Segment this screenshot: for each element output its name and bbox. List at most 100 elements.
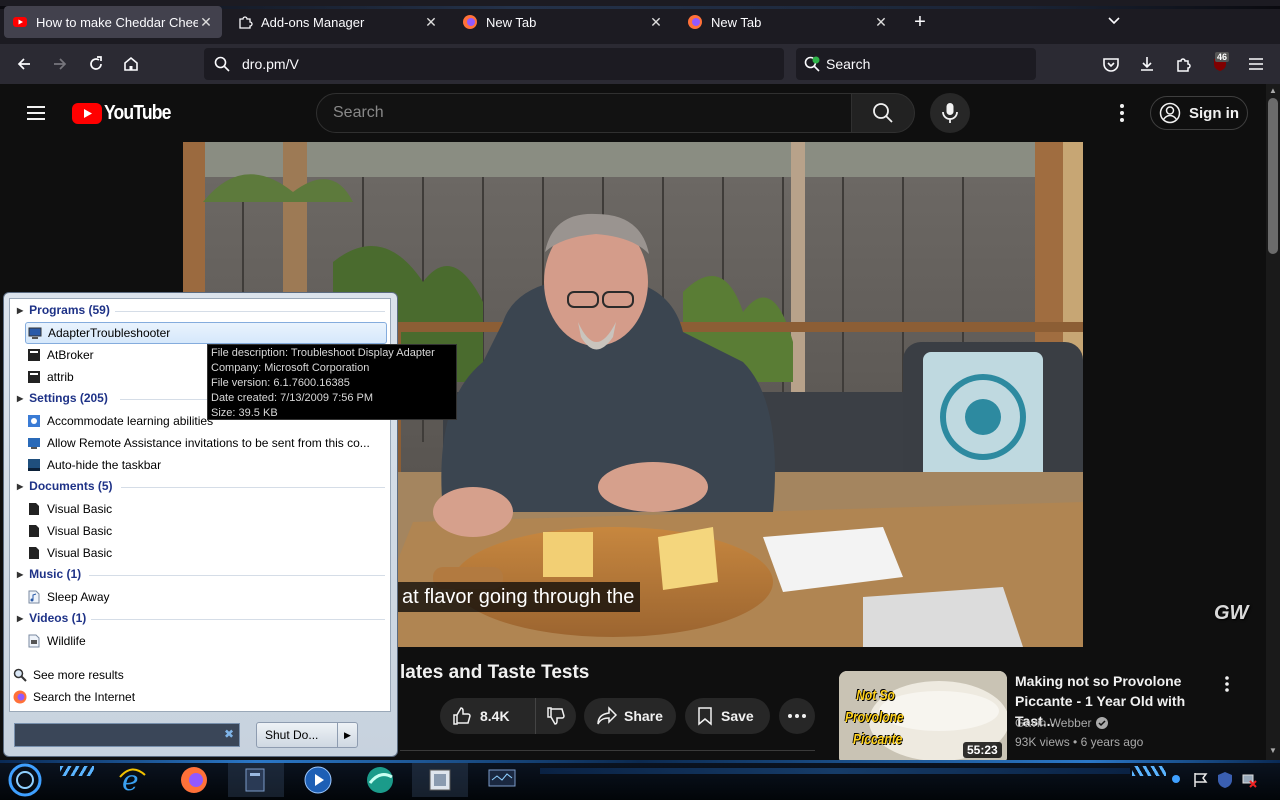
- menu-button[interactable]: [1242, 50, 1270, 78]
- tray-action-center-button[interactable]: [1192, 771, 1210, 789]
- puzzle-icon: [1177, 58, 1191, 72]
- close-tab-icon[interactable]: ✕: [423, 14, 439, 31]
- tab-title: New Tab: [711, 14, 762, 30]
- like-dislike-group: 8.4K: [440, 698, 576, 734]
- taskbar-window-button[interactable]: [412, 763, 468, 797]
- save-label: Save: [721, 708, 754, 724]
- result-item[interactable]: Accommodate learning abilities: [27, 410, 213, 432]
- expand-triangle-icon: ▶: [17, 481, 24, 491]
- new-tab-button[interactable]: +: [908, 10, 932, 34]
- save-button[interactable]: Save: [685, 698, 770, 734]
- start-search-input[interactable]: [14, 723, 240, 747]
- arrow-left-icon: [17, 58, 30, 70]
- tray-network-button[interactable]: [1240, 771, 1258, 789]
- thumb-text-line: Piccante: [853, 731, 903, 748]
- thumb-text-line: Not So: [856, 687, 895, 704]
- taskbar-ie-button[interactable]: e: [104, 763, 160, 797]
- taskbar-browser-button[interactable]: [352, 763, 408, 797]
- reload-icon: [90, 56, 102, 70]
- tab-cheddar[interactable]: How to make Cheddar Cheese ✕: [4, 6, 222, 38]
- result-item[interactable]: Visual Basic: [27, 498, 112, 520]
- scroll-up-icon[interactable]: ▲: [1266, 86, 1280, 96]
- youtube-search-input[interactable]: Search: [316, 93, 852, 133]
- document-icon: [29, 503, 39, 515]
- taskbar-app-button[interactable]: [228, 763, 284, 797]
- share-button[interactable]: Share: [584, 698, 676, 734]
- result-label: AdapterTroubleshooter: [48, 326, 171, 340]
- more-actions-button[interactable]: [779, 698, 815, 734]
- settings-more-button[interactable]: [1112, 101, 1132, 125]
- firefox-icon: [13, 690, 27, 704]
- result-label: AtBroker: [47, 348, 94, 362]
- tab-title: How to make Cheddar Cheese: [36, 14, 198, 30]
- result-label: Allow Remote Assistance invitations to b…: [47, 436, 370, 450]
- scroll-down-icon[interactable]: ▼: [1266, 746, 1280, 756]
- group-videos[interactable]: ▶ Videos (1): [17, 611, 385, 625]
- youtube-search-button[interactable]: [851, 93, 915, 133]
- list-all-tabs-button[interactable]: [1102, 10, 1126, 34]
- reload-button[interactable]: [82, 50, 110, 78]
- puzzle-icon: [239, 16, 253, 29]
- close-tab-icon[interactable]: ✕: [873, 14, 889, 31]
- download-icon: [1141, 57, 1153, 71]
- result-item[interactable]: attrib: [27, 366, 74, 388]
- account-icon: [1159, 102, 1181, 124]
- close-tab-icon[interactable]: ✕: [198, 14, 214, 31]
- taskbar-firefox-button[interactable]: [166, 763, 222, 797]
- tab-addons[interactable]: Add-ons Manager ✕: [229, 6, 447, 38]
- expand-triangle-icon: ▶: [17, 393, 24, 403]
- search-bar[interactable]: Search: [796, 48, 1036, 80]
- file-tooltip: File description: Troubleshoot Display A…: [207, 344, 457, 420]
- taskbar-media-player-button[interactable]: [290, 763, 346, 797]
- pocket-button[interactable]: [1097, 50, 1125, 78]
- verified-icon: [1096, 717, 1109, 729]
- result-item[interactable]: AdapterTroubleshooter: [25, 322, 387, 344]
- guide-menu-button[interactable]: [24, 101, 48, 125]
- tab-newtab-1[interactable]: New Tab ✕: [454, 6, 672, 38]
- see-more-results-link[interactable]: See more results: [13, 664, 124, 686]
- search-internet-link[interactable]: Search the Internet: [13, 686, 135, 708]
- like-button[interactable]: 8.4K: [440, 698, 536, 734]
- taskbar-network-button[interactable]: [474, 763, 530, 797]
- group-music[interactable]: ▶ Music (1): [17, 567, 385, 581]
- result-item[interactable]: Auto-hide the taskbar: [27, 454, 161, 476]
- shutdown-options-icon[interactable]: ▶: [337, 723, 357, 747]
- voice-search-button[interactable]: [930, 93, 970, 133]
- start-button[interactable]: [4, 760, 46, 800]
- close-tab-icon[interactable]: ✕: [648, 14, 664, 31]
- downloads-button[interactable]: [1133, 50, 1161, 78]
- result-item[interactable]: Wildlife: [27, 630, 86, 652]
- sign-in-button[interactable]: Sign in: [1150, 96, 1248, 130]
- extensions-button[interactable]: [1170, 50, 1198, 78]
- ublock-button[interactable]: 46: [1206, 50, 1234, 78]
- group-programs[interactable]: ▶ Programs (59): [17, 303, 385, 317]
- back-button[interactable]: [10, 50, 38, 78]
- home-button[interactable]: [117, 50, 145, 78]
- shutdown-button[interactable]: Shut Do... ▶: [256, 722, 358, 748]
- result-item[interactable]: Visual Basic: [27, 542, 112, 564]
- music-file-icon: [28, 590, 40, 604]
- clear-search-icon[interactable]: ✖: [222, 727, 236, 743]
- result-item[interactable]: Sleep Away: [27, 586, 110, 608]
- result-item[interactable]: Allow Remote Assistance invitations to b…: [27, 432, 370, 454]
- tray-security-button[interactable]: [1216, 771, 1234, 789]
- youtube-logo[interactable]: YouTube: [72, 100, 180, 126]
- remote-assistance-icon: [28, 438, 40, 449]
- channel-name[interactable]: Gavin Webber: [1015, 716, 1109, 730]
- recommendation-menu-button[interactable]: [1225, 676, 1233, 694]
- video-title: lates and Taste Tests: [400, 662, 590, 683]
- result-item[interactable]: AtBroker: [27, 344, 94, 366]
- url-bar[interactable]: dro.pm/V: [204, 48, 784, 80]
- tab-newtab-2[interactable]: New Tab ✕: [679, 6, 897, 38]
- view-count: 93K views: [1015, 735, 1070, 749]
- tooltip-line: File description: Troubleshoot Display A…: [211, 347, 435, 359]
- tray-indicator-icon[interactable]: [1172, 775, 1180, 783]
- group-documents[interactable]: ▶ Documents (5): [17, 479, 385, 493]
- dislike-button[interactable]: [536, 698, 576, 734]
- result-item[interactable]: Visual Basic: [27, 520, 112, 542]
- taskbar-decoration: [540, 768, 1130, 774]
- channel-watermark: GW: [1214, 602, 1249, 624]
- result-label: Visual Basic: [47, 546, 113, 560]
- forward-button[interactable]: [46, 50, 74, 78]
- scrollbar-thumb[interactable]: [1268, 98, 1278, 254]
